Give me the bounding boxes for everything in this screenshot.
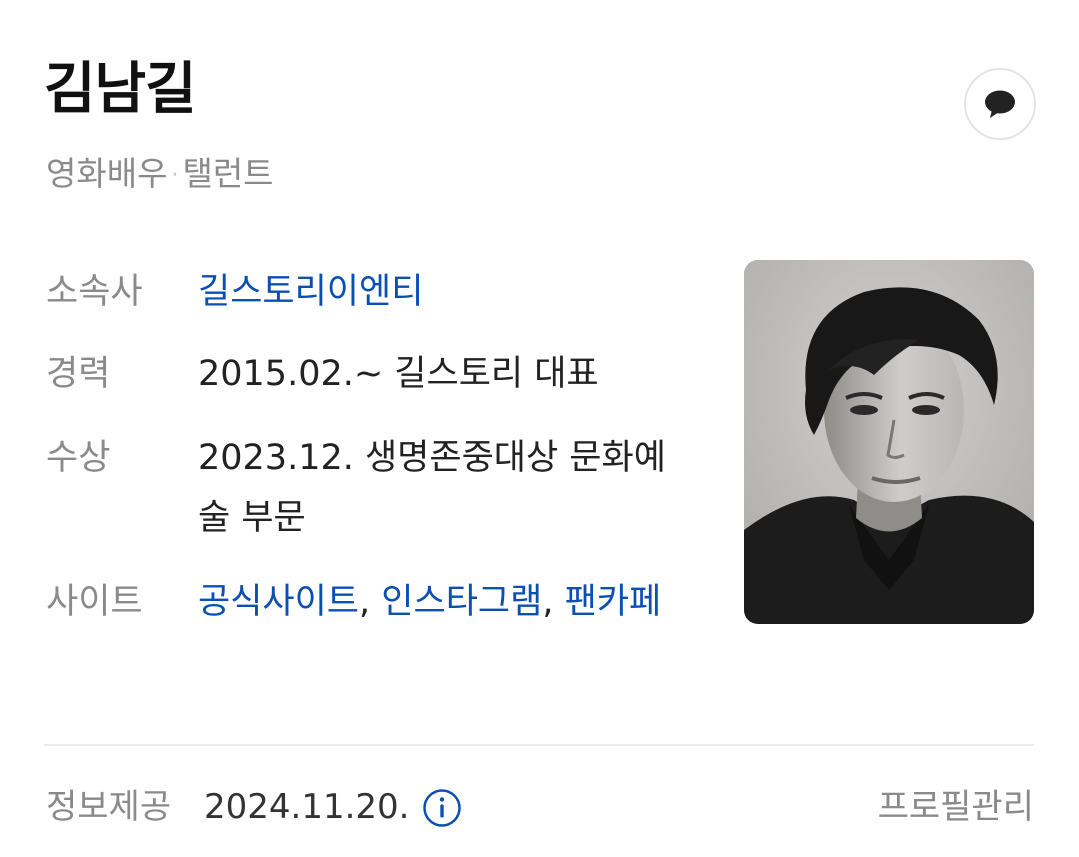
fancafe-link[interactable]: 팬카페 bbox=[565, 582, 662, 622]
profile-occupation: 영화배우 · 탤런트 bbox=[46, 152, 274, 198]
profile-manage-link[interactable]: 프로필관리 bbox=[878, 784, 1034, 830]
profile-card: 김남길 영화배우 · 탤런트 소속사 길스토리이엔티 경력 2015.02.~ 길스… bbox=[0, 0, 1079, 845]
site-separator: , bbox=[542, 582, 554, 622]
official-site-link[interactable]: 공식사이트 bbox=[198, 582, 359, 622]
profile-photo[interactable] bbox=[744, 260, 1034, 624]
occupation-1: 영화배우 bbox=[46, 154, 168, 193]
award-label: 수상 bbox=[46, 438, 111, 478]
agency-label: 소속사 bbox=[46, 272, 143, 312]
instagram-link[interactable]: 인스타그램 bbox=[381, 582, 542, 622]
site-separator: , bbox=[359, 582, 371, 622]
award-value: 2023.12. 생명존중대상 문화예술 부문 bbox=[198, 438, 666, 538]
career-value: 2015.02.~ 길스토리 대표 bbox=[198, 354, 599, 394]
info-provider-label: 정보제공 bbox=[46, 787, 172, 827]
site-label: 사이트 bbox=[46, 582, 143, 622]
agency-link[interactable]: 길스토리이엔티 bbox=[198, 272, 423, 312]
career-label: 경력 bbox=[46, 354, 111, 394]
comment-button[interactable] bbox=[964, 68, 1036, 140]
profile-photo-image bbox=[744, 260, 1034, 624]
occupation-2: 탤런트 bbox=[182, 154, 274, 193]
info-circle-icon[interactable] bbox=[422, 788, 462, 828]
info-date: 2024.11.20. bbox=[204, 787, 410, 827]
divider bbox=[44, 744, 1034, 746]
profile-name: 김남길 bbox=[44, 57, 197, 122]
occupation-separator: · bbox=[171, 162, 179, 188]
speech-bubble-icon bbox=[985, 90, 1015, 118]
